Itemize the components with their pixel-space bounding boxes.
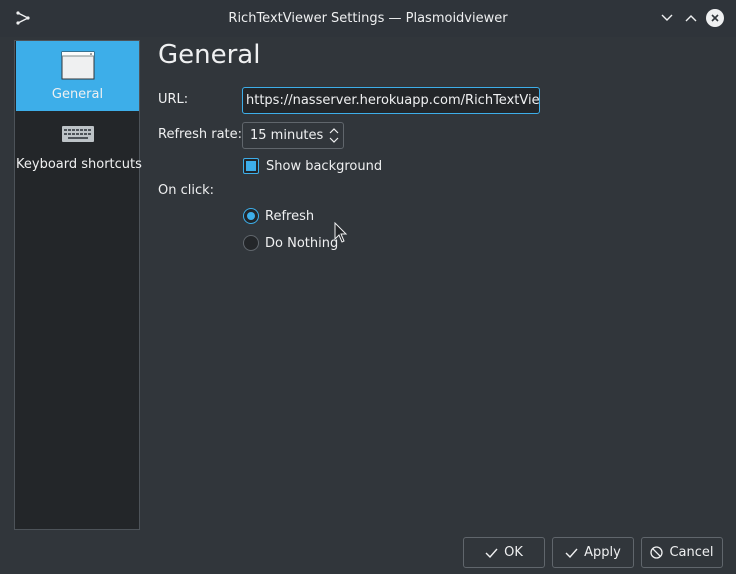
radio-button[interactable]	[243, 235, 259, 251]
url-value: https://nasserver.herokuapp.com/RichText…	[246, 93, 540, 108]
show-background-checkbox[interactable]: Show background	[243, 158, 382, 174]
sidebar-item-label: Keyboard shortcuts	[16, 157, 142, 172]
on-click-label: On click:	[158, 183, 215, 198]
refresh-rate-value: 15 minutes	[250, 128, 324, 143]
ok-button[interactable]: OK	[463, 537, 545, 568]
plasma-icon[interactable]	[14, 9, 32, 27]
radio-button-selected[interactable]	[243, 208, 259, 224]
sidebar: General Keyboard shortcuts	[14, 40, 142, 530]
cancel-label: Cancel	[669, 545, 714, 560]
check-icon	[485, 548, 498, 558]
radio-refresh-label: Refresh	[265, 208, 315, 224]
ok-label: OK	[504, 545, 523, 560]
chevron-up-icon[interactable]	[682, 9, 700, 27]
settings-window: RichTextViewer Settings — Plasmoidviewer…	[0, 0, 736, 574]
mouse-pointer-icon	[334, 221, 348, 248]
titlebar[interactable]: RichTextViewer Settings — Plasmoidviewer	[0, 0, 736, 37]
window-title: RichTextViewer Settings — Plasmoidviewer	[228, 11, 508, 26]
url-label: URL:	[158, 92, 189, 107]
radio-do-nothing-label: Do Nothing	[265, 235, 339, 251]
sidebar-item-keyboard-shortcuts[interactable]: Keyboard shortcuts	[16, 113, 142, 183]
radio-refresh[interactable]: Refresh	[243, 208, 314, 224]
page-title: General	[158, 40, 261, 70]
cancel-button[interactable]: Cancel	[641, 537, 723, 568]
radio-do-nothing[interactable]: Do Nothing	[243, 235, 338, 251]
refresh-rate-label: Refresh rate:	[158, 127, 243, 142]
keyboard-icon	[61, 123, 95, 149]
cancel-icon	[650, 546, 664, 559]
window-icon	[61, 51, 95, 85]
url-input[interactable]: https://nasserver.herokuapp.com/RichText…	[242, 87, 540, 114]
close-icon[interactable]	[706, 9, 724, 27]
show-background-label: Show background	[266, 158, 383, 174]
refresh-rate-spinbox[interactable]: 15 minutes	[242, 122, 344, 149]
apply-label: Apply	[584, 545, 621, 560]
checkbox-box[interactable]	[243, 158, 259, 174]
sidebar-item-general[interactable]: General	[16, 41, 139, 111]
check-icon	[565, 548, 578, 558]
apply-button[interactable]: Apply	[552, 537, 634, 568]
chevron-down-icon[interactable]	[658, 9, 676, 27]
sidebar-item-label: General	[51, 87, 104, 102]
spin-arrows-icon[interactable]	[329, 127, 339, 144]
